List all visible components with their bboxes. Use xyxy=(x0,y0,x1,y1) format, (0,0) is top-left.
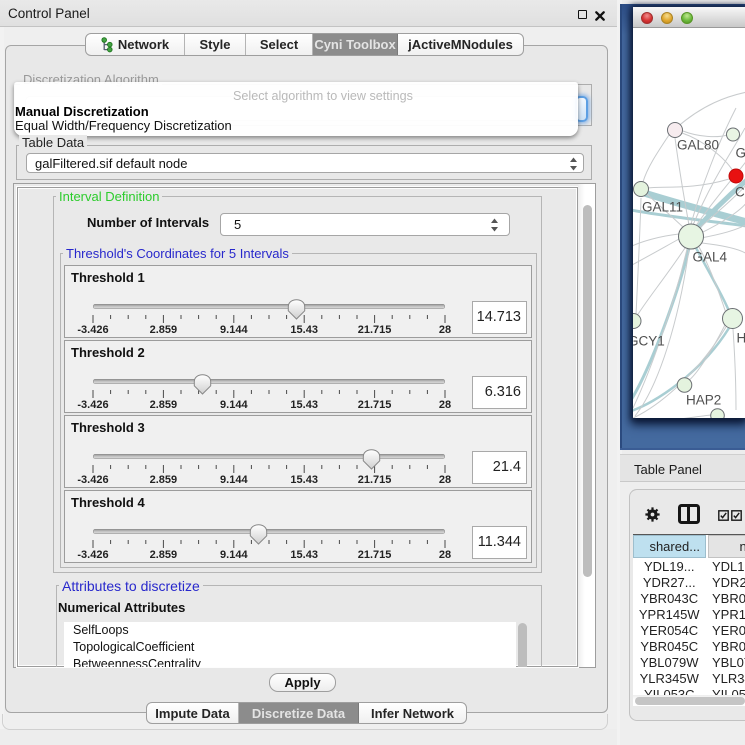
svg-text:GCY1: GCY1 xyxy=(633,334,665,349)
svg-text:HAP2: HAP2 xyxy=(686,393,721,408)
svg-text:GA: GA xyxy=(736,146,745,161)
svg-text:H: H xyxy=(737,331,745,346)
svg-text:GAL80: GAL80 xyxy=(677,138,719,153)
svg-text:C: C xyxy=(735,185,745,200)
svg-text:GAL4: GAL4 xyxy=(693,250,728,265)
svg-text:GAL11: GAL11 xyxy=(642,200,683,215)
